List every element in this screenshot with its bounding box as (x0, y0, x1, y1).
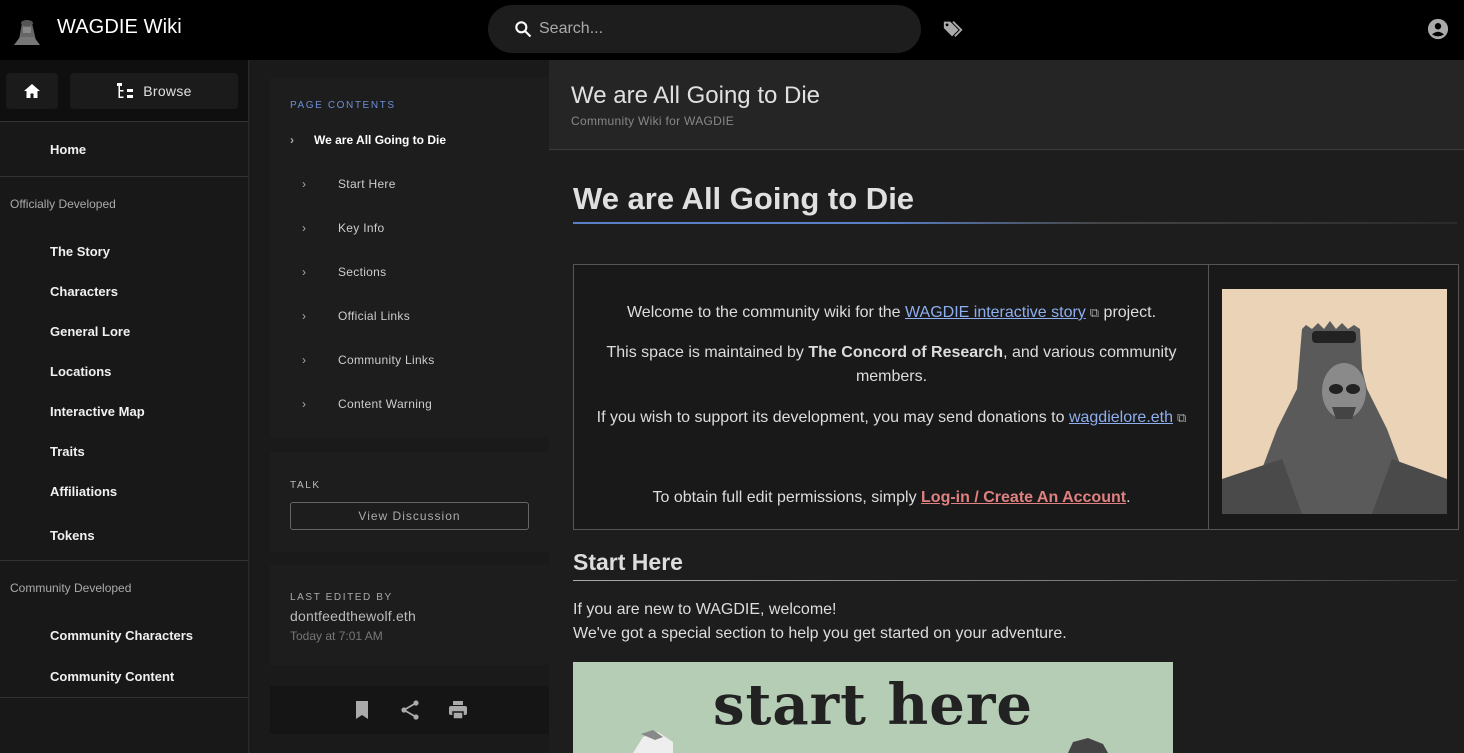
heading-underline (573, 222, 1457, 224)
nav-item-traits[interactable]: Traits (0, 431, 248, 471)
home-button[interactable] (6, 73, 58, 109)
chevron-right-icon: › (302, 265, 307, 279)
browse-label: Browse (143, 83, 192, 99)
view-discussion-button[interactable]: View Discussion (290, 502, 529, 530)
last-edited-card: LAST EDITED BY dontfeedthewolf.eth Today… (270, 565, 549, 665)
section-heading-start-here: Start Here (573, 549, 683, 575)
wagdie-story-link[interactable]: WAGDIE interactive story (905, 304, 1086, 321)
chevron-right-icon: › (302, 353, 307, 367)
account-icon[interactable] (1427, 18, 1449, 40)
nav-section-header: Community Developed (10, 581, 132, 595)
chevron-right-icon: › (302, 221, 307, 235)
nav-item-affiliations[interactable]: Affiliations (0, 471, 248, 511)
last-edited-user[interactable]: dontfeedthewolf.eth (290, 608, 416, 624)
tags-icon[interactable] (942, 18, 964, 40)
home-icon (24, 84, 40, 98)
page-header: We are All Going to Die Community Wiki f… (549, 60, 1464, 150)
toc-item[interactable]: › Start Here (302, 177, 396, 191)
toc-item[interactable]: › Sections (302, 265, 386, 279)
donation-paragraph: If you wish to support its development, … (596, 409, 1187, 426)
page-contents-header: PAGE CONTENTS (290, 100, 396, 111)
share-icon[interactable] (399, 699, 421, 721)
print-icon[interactable] (447, 699, 469, 721)
search-input[interactable] (539, 16, 899, 42)
page-sidebar: PAGE CONTENTS › We are All Going to Die … (250, 60, 549, 753)
logo[interactable] (10, 13, 44, 47)
top-bar: WAGDIE Wiki (0, 0, 1464, 60)
nav-divider (0, 697, 248, 698)
nav-item-community-characters[interactable]: Community Characters (0, 615, 248, 655)
talk-card: TALK View Discussion (270, 452, 549, 552)
page-actions (270, 686, 549, 734)
toc-item[interactable]: › Content Warning (302, 397, 432, 411)
page-content: We are All Going to Die Welcome to the c… (549, 151, 1464, 753)
welcome-paragraph: Welcome to the community wiki for the WA… (626, 304, 1157, 321)
wagdielore-eth-link[interactable]: wagdielore.eth (1069, 409, 1173, 426)
page-title: We are All Going to Die (571, 82, 821, 109)
toc-item[interactable]: › Official Links (302, 309, 410, 323)
toc-item[interactable]: › Key Info (302, 221, 384, 235)
search-bar[interactable] (488, 5, 921, 53)
last-edited-label: LAST EDITED BY (290, 592, 393, 603)
nav-top-bar: Browse (0, 60, 248, 122)
wagdie-portrait-image (1222, 289, 1447, 514)
chevron-right-icon: › (290, 133, 294, 147)
site-title[interactable]: WAGDIE Wiki (57, 16, 182, 39)
nav-item-the-story[interactable]: The Story (0, 231, 248, 271)
nav-section-header: Officially Developed (10, 197, 116, 211)
login-paragraph: To obtain full edit permissions, simply … (652, 489, 1131, 506)
external-link-icon: ⧉ (1089, 305, 1100, 320)
external-link-icon: ⧉ (1177, 410, 1187, 425)
nav-item-general-lore[interactable]: General Lore (0, 311, 248, 351)
talk-label: TALK (290, 480, 321, 491)
page-contents-card: PAGE CONTENTS › We are All Going to Die … (270, 78, 549, 438)
nav-item-home[interactable]: Home (0, 122, 248, 176)
last-edited-time: Today at 7:01 AM (290, 629, 383, 643)
chevron-right-icon: › (302, 397, 307, 411)
chevron-right-icon: › (302, 309, 307, 323)
toc-item-main[interactable]: › We are All Going to Die (290, 133, 446, 147)
bookmark-icon[interactable] (351, 699, 373, 721)
chevron-right-icon: › (302, 177, 307, 191)
nav-item-community-content[interactable]: Community Content (0, 655, 248, 697)
toc-item[interactable]: › Community Links (302, 353, 435, 367)
content-heading: We are All Going to Die (573, 181, 915, 216)
start-here-banner-image[interactable]: start here (573, 662, 1173, 753)
start-paragraph-1: If you are new to WAGDIE, welcome! (573, 601, 837, 618)
browse-button[interactable]: Browse (70, 73, 238, 109)
nav-item-tokens[interactable]: Tokens (0, 511, 248, 560)
nav-item-interactive-map[interactable]: Interactive Map (0, 391, 248, 431)
welcome-text: Welcome to the community wiki for the WA… (574, 265, 1209, 529)
nav-item-locations[interactable]: Locations (0, 351, 248, 391)
heading-underline (573, 580, 1457, 581)
start-paragraph-2: We've got a special section to help you … (573, 625, 1067, 642)
tree-icon (117, 83, 134, 98)
maintainer-paragraph: This space is maintained by The Concord … (606, 344, 1177, 385)
page-subtitle: Community Wiki for WAGDIE (571, 114, 735, 128)
welcome-box: Welcome to the community wiki for the WA… (573, 264, 1459, 530)
nav-item-characters[interactable]: Characters (0, 271, 248, 311)
search-icon (515, 21, 532, 38)
login-link[interactable]: Log-in / Create An Account (921, 489, 1126, 506)
left-nav: Browse Home Officially Developed The Sto… (0, 60, 249, 753)
